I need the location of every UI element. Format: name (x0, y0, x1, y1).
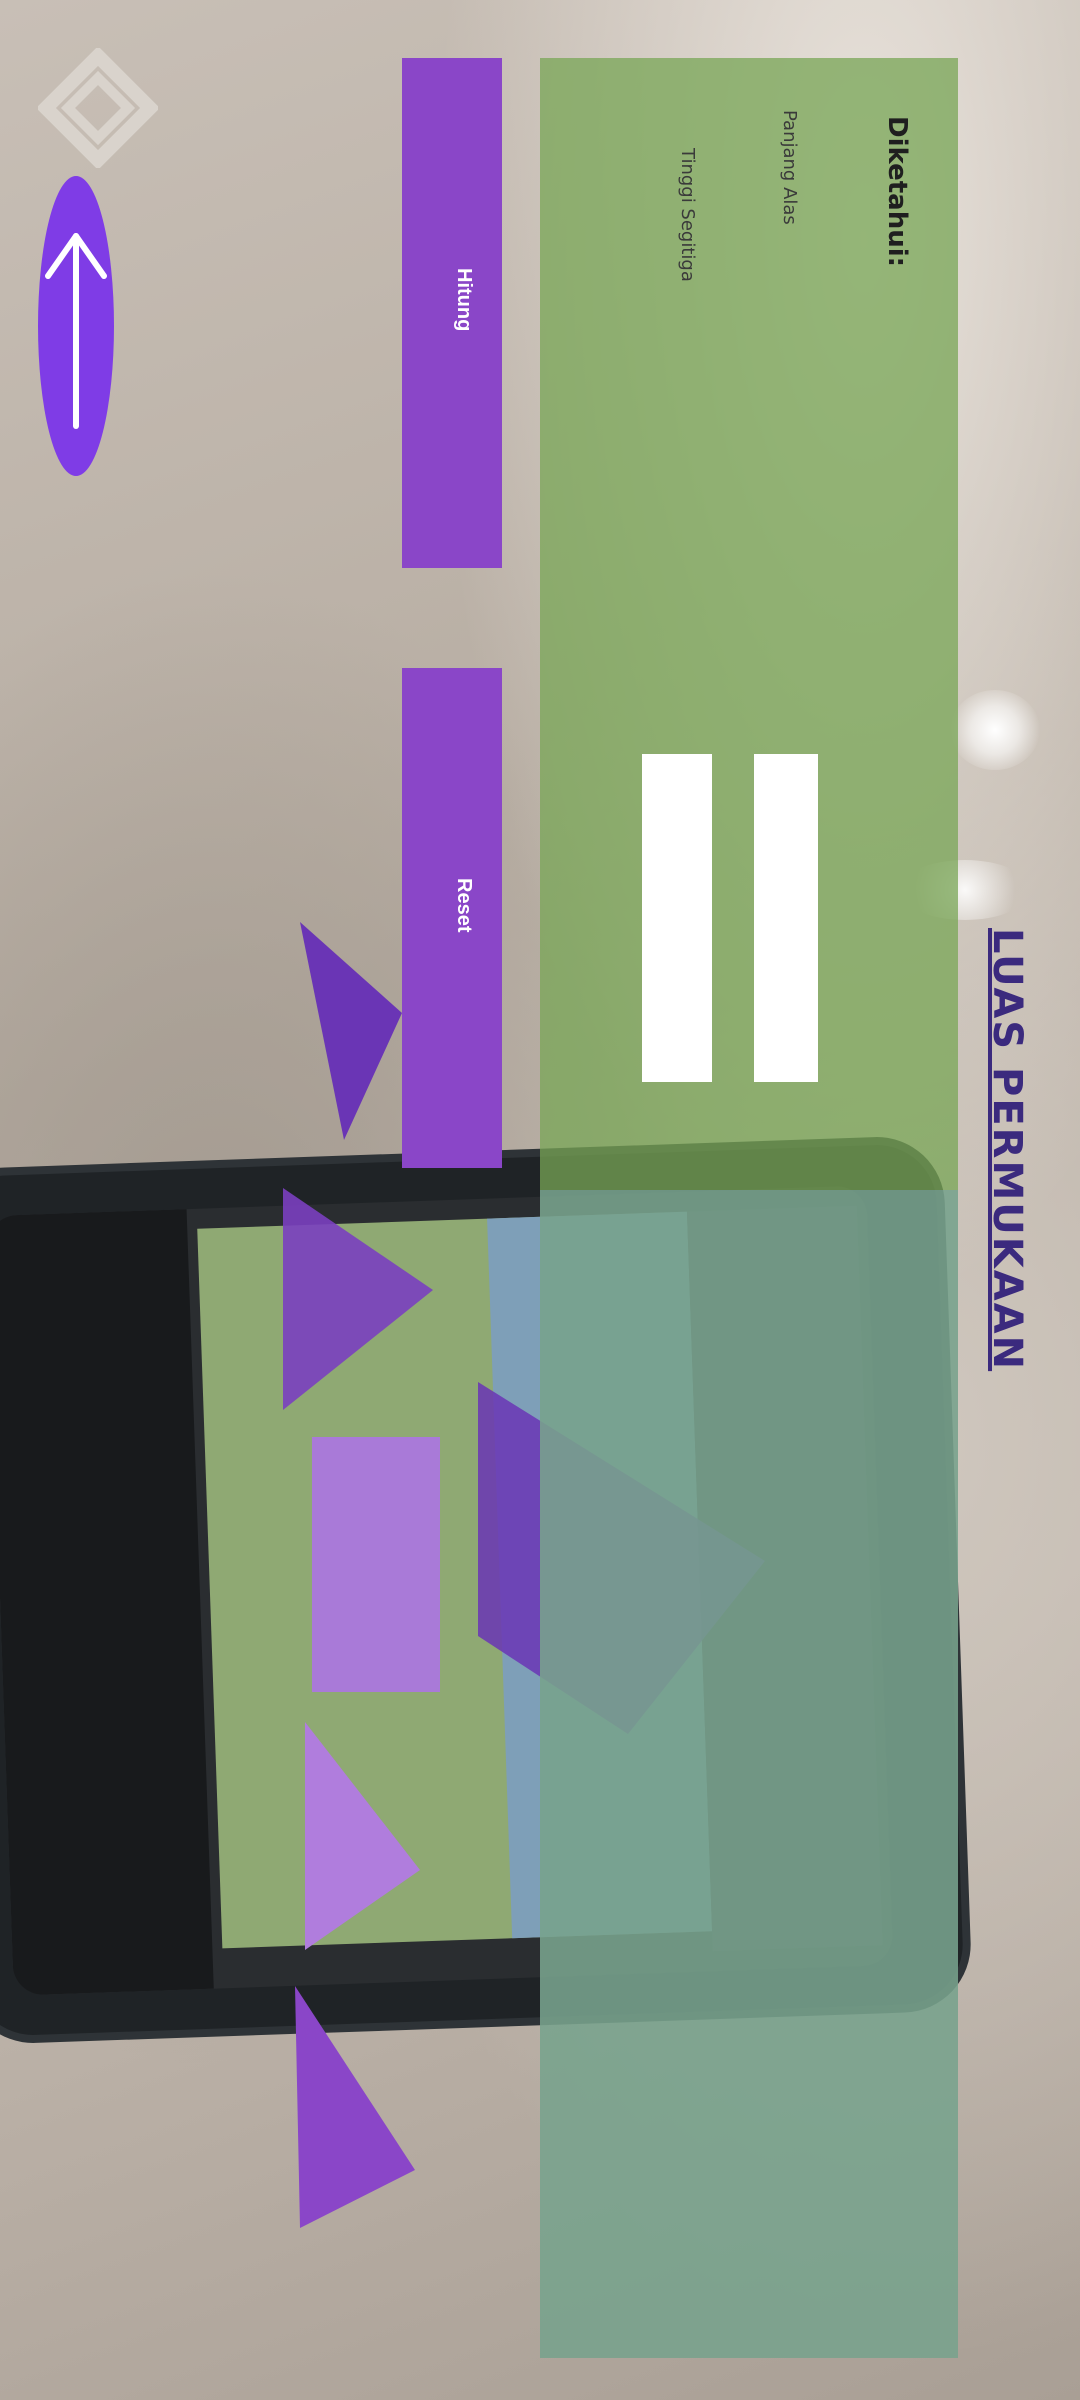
known-heading: Diketahui: (882, 116, 912, 268)
back-button[interactable] (38, 176, 114, 476)
base-length-label: Panjang Alas (779, 110, 800, 225)
net-triangle-upper (283, 1188, 433, 1410)
reset-button-label: Reset (453, 878, 475, 933)
base-length-input[interactable] (754, 754, 818, 1082)
net-triangle-lower (305, 1722, 420, 1950)
hitung-button-label: Hitung (453, 268, 475, 332)
triangle-height-label: Tinggi Segitiga (677, 148, 698, 282)
triangle-height-input[interactable] (642, 754, 712, 1082)
app-logo (38, 48, 158, 168)
net-triangle-top (300, 922, 402, 1140)
net-triangle-bottom (295, 1986, 415, 2228)
known-values-panel-lower (540, 1190, 958, 2358)
reset-button[interactable]: Reset (402, 668, 502, 1168)
page-title: LUAS PERMUKAAN (984, 928, 1030, 1372)
net-square-base (312, 1437, 440, 1692)
hitung-button[interactable]: Hitung (402, 58, 502, 568)
arrow-left-icon (45, 233, 107, 429)
